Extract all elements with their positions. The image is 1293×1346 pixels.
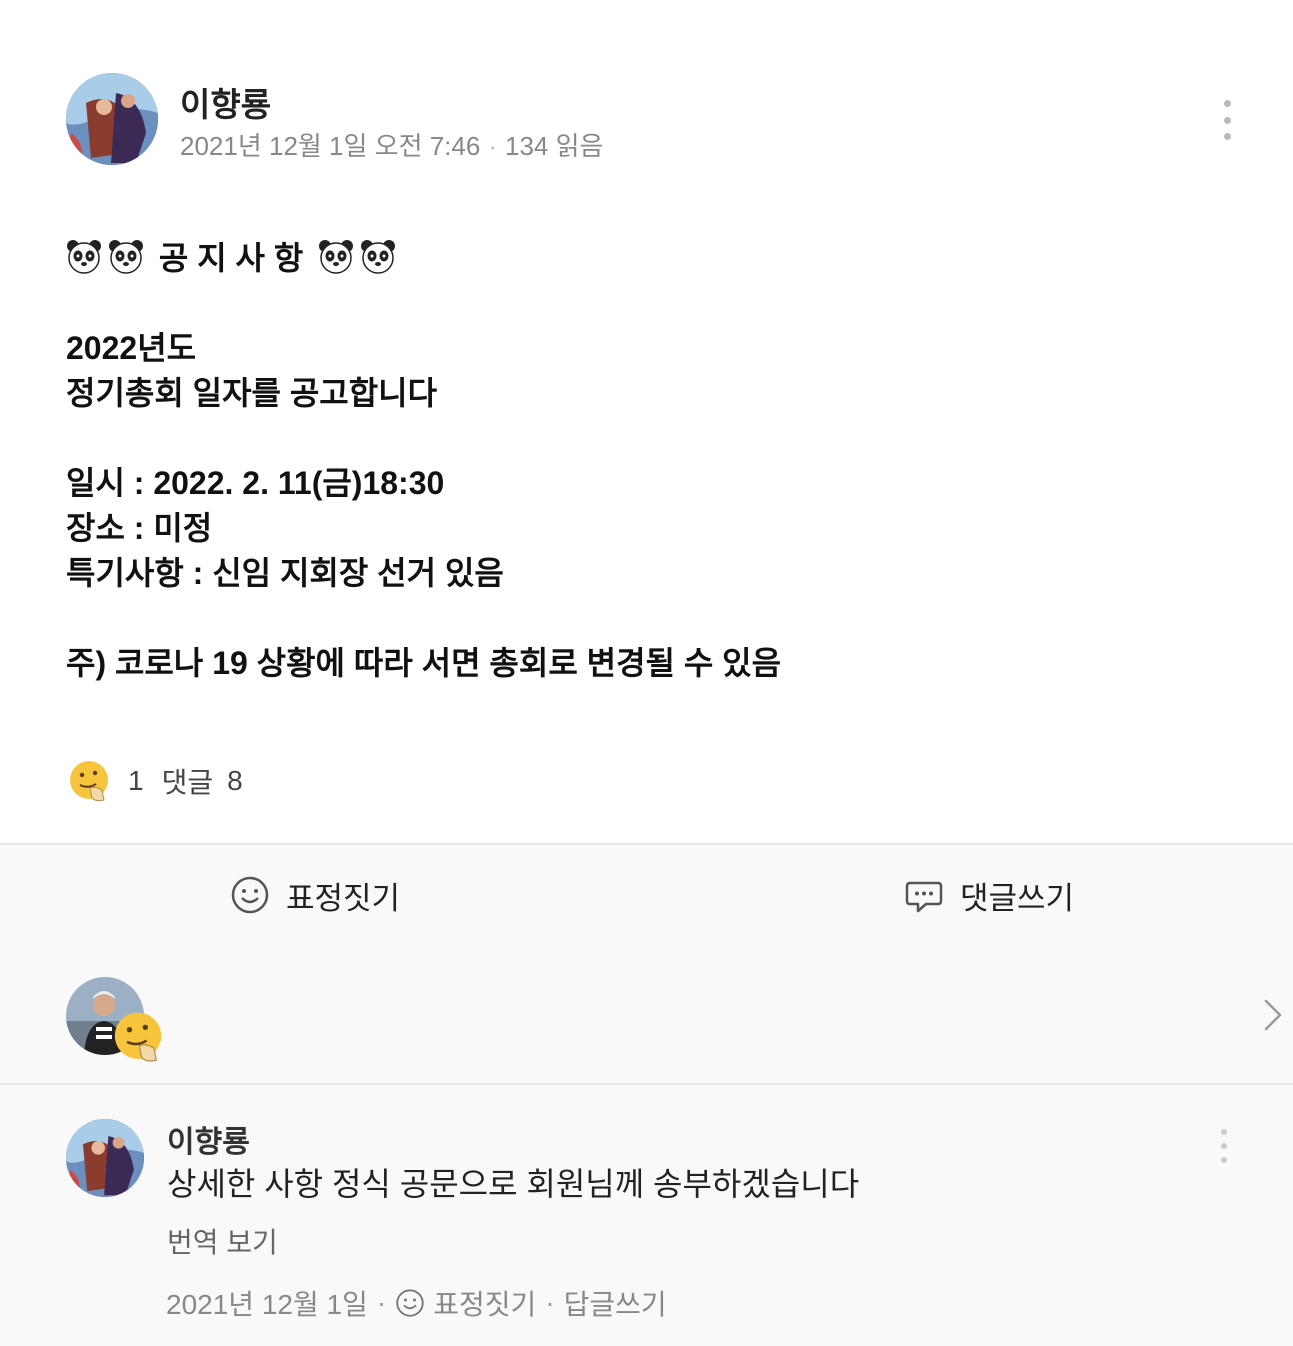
more-vertical-icon[interactable] [1212,100,1242,140]
panda-face-icon [108,239,144,275]
comment-meta: 2021년 12월 1일 · 표정짓기 · 답글쓰기 [166,1283,667,1323]
write-comment-button[interactable]: 댓글쓰기 [904,845,1074,945]
post-header: 이향룡 2021년 12월 1일 오전 7:46 · 134 읽음 [0,60,1293,180]
post-body: 공 지 사 항 2022년도 정기총회 일자를 공고합니다 일시 : 2022.… [66,236,1226,686]
reaction-summary[interactable]: 1 댓글 8 [66,756,243,806]
write-comment-label: 댓글쓰기 [960,880,1075,916]
action-bar: 표정짓기 댓글쓰기 [0,843,1293,947]
comment-item: 이향룡 상세한 사항 정식 공문으로 회원님께 송부하겠습니다 번역 보기 20… [0,1085,1293,1346]
comment-label: 댓글 [161,767,214,798]
meta-separator: · [376,1287,387,1318]
post-meta: 2021년 12월 1일 오전 7:46 · 134 읽음 [180,126,603,163]
react-button[interactable]: 표정짓기 [230,845,400,945]
body-line: 정기총회 일자를 공고합니다 [66,375,438,411]
panda-face-icon [360,239,396,275]
meta-separator: · [545,1287,555,1318]
panda-face-icon [318,239,354,275]
reply-button[interactable]: 답글쓰기 [564,1283,667,1323]
comment-react-button[interactable]: 표정짓기 [433,1283,536,1323]
body-line: 장소 : 미정 [66,510,213,546]
more-vertical-icon[interactable] [1214,1129,1234,1163]
notice-title-line: 공 지 사 항 [66,236,1226,281]
comment-date: 2021년 12월 1일 [166,1289,368,1320]
speech-bubble-icon [904,875,944,915]
smile-icon[interactable] [395,1288,425,1318]
meta-separator: · [488,131,497,161]
body-line: 특기사항 : 신임 지회장 선거 있음 [66,555,504,591]
notice-title: 공 지 사 항 [158,240,304,276]
read-count: 134 읽음 [505,131,604,161]
comment-author-name[interactable]: 이향룡 [167,1117,250,1161]
author-avatar[interactable] [66,73,158,165]
thinking-face-icon [66,758,112,804]
chevron-right-icon[interactable] [1258,995,1286,1035]
post-date: 2021년 12월 1일 오전 7:46 [180,131,481,161]
author-name[interactable]: 이향룡 [180,78,271,126]
react-label: 표정짓기 [286,880,401,916]
thinking-face-icon [110,1009,166,1065]
comment-author-avatar[interactable] [66,1119,144,1197]
smile-icon [230,875,270,915]
comment-text: 상세한 사항 정식 공문으로 회원님께 송부하겠습니다 [167,1166,860,1202]
body-line: 일시 : 2022. 2. 11(금)18:30 [66,465,445,501]
comment-count: 8 [227,765,243,796]
body-line: 주) 코로나 19 상황에 따라 서면 총회로 변경될 수 있음 [66,645,782,681]
body-line: 2022년도 [66,330,197,366]
reaction-count: 1 [128,765,144,796]
translate-link[interactable]: 번역 보기 [167,1221,278,1261]
reactors-row[interactable] [0,945,1293,1085]
panda-face-icon [66,239,102,275]
